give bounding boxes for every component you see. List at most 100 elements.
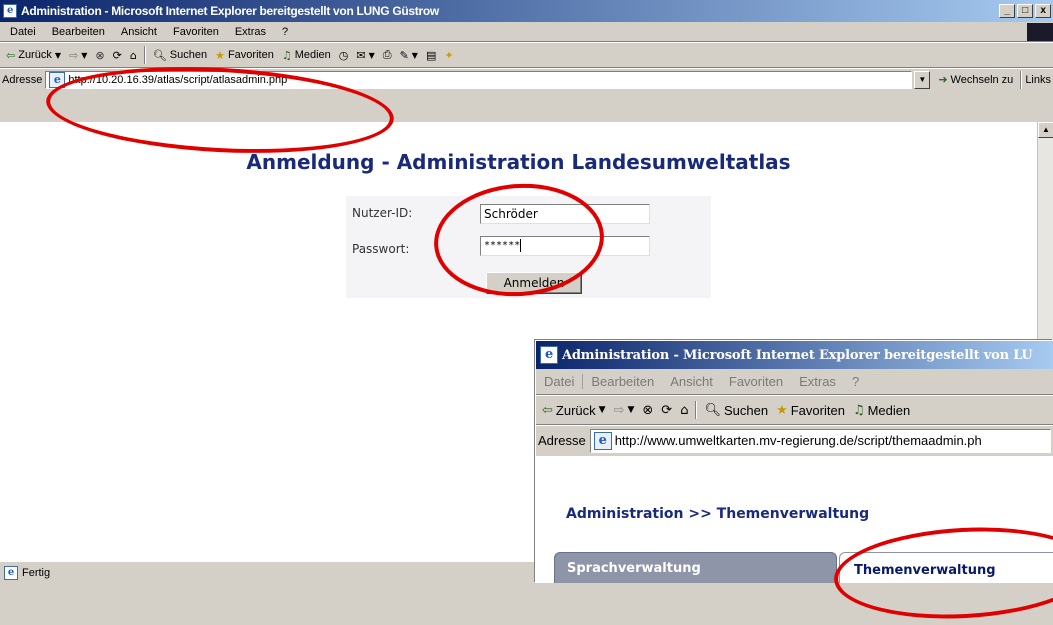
address-input[interactable]: e http://10.20.16.39/atlas/script/atlasa… [45,70,913,89]
home-icon: ⌂ [129,48,137,62]
front-window-title: Administration - Microsoft Internet Expl… [562,347,1033,363]
chevron-down-icon: ▼ [598,405,606,415]
page-heading: Anmeldung - Administration Landesumwelta… [246,150,791,174]
breadcrumb: Administration >> Themenverwaltung [566,506,870,522]
page-icon: e [49,71,66,88]
back-button[interactable]: ⇦ Zurück ▼ [2,49,65,62]
menu-ansicht[interactable]: Ansicht [113,26,165,38]
print-icon: ⎙ [382,48,392,61]
address-value: http://www.umweltkarten.mv-regierung.de/… [614,433,982,448]
minimize-button[interactable]: _ [999,4,1015,18]
forward-arrow-icon: ⇨ [69,48,79,62]
history-button[interactable]: ◷ [335,49,353,62]
go-arrow-icon: ➜ [938,73,948,86]
discuss-icon: ▤ [425,48,437,62]
chevron-down-icon: ▼ [411,50,418,60]
address-input[interactable]: e http://www.umweltkarten.mv-regierung.d… [589,428,1051,453]
menu-datei[interactable]: Datei [2,26,44,38]
menu-extras[interactable]: Extras [791,374,844,389]
ie-logo-icon: e [3,4,17,18]
home-button[interactable]: ⌂ [126,49,141,62]
password-input[interactable]: ****** [480,236,650,256]
forward-button[interactable]: ⇨ ▼ [65,49,91,62]
home-button[interactable]: ⌂ [676,403,692,418]
mail-button[interactable]: ✉ ▼ [352,49,378,62]
password-label: Passwort: [352,242,410,256]
menu-help[interactable]: ? [274,26,296,38]
address-label: Adresse [538,433,586,448]
back-address-bar: Adresse e http://10.20.16.39/atlas/scrip… [0,68,1053,90]
history-icon: ◷ [338,48,349,62]
home-icon: ⌂ [680,402,689,418]
front-browser-window: e Administration - Microsoft Internet Ex… [535,340,1053,583]
media-icon: ♫ [852,402,865,418]
front-title-bar: e Administration - Microsoft Internet Ex… [536,341,1053,369]
scroll-up-button[interactable]: ▲ [1038,122,1053,138]
back-button[interactable]: ⇦ Zurück ▼ [538,403,610,418]
media-button[interactable]: ♫ Medien [278,49,335,62]
forward-button[interactable]: ⇨ ▼ [610,403,639,418]
menu-favoriten[interactable]: Favoriten [721,374,791,389]
links-label[interactable]: Links [1025,74,1051,86]
stop-button[interactable]: ⊗ [638,403,657,418]
user-id-input[interactable]: Schröder [480,204,650,224]
refresh-icon: ⟳ [661,402,673,418]
text-cursor [520,238,522,252]
refresh-button[interactable]: ⟳ [657,403,676,418]
close-button[interactable]: x [1035,4,1051,18]
address-value: http://10.20.16.39/atlas/script/atlasadm… [68,73,288,86]
login-form: Nutzer-ID: Schröder Passwort: ****** Anm… [346,196,711,298]
favorites-icon: ★ [776,402,788,418]
address-dropdown-button[interactable]: ▼ [914,70,931,89]
maximize-button[interactable]: □ [1017,4,1033,18]
favorites-button[interactable]: ★ Favoriten [772,403,849,418]
front-toolbar: ⇦ Zurück ▼ ⇨ ▼ ⊗ ⟳ ⌂ 🔍︎ Suchen ★ Favoriten ♫ M… [536,395,1053,425]
ie-logo-icon: e [540,346,558,364]
stop-button[interactable]: ⊗ [91,49,108,62]
menu-bearbeiten[interactable]: Bearbeiten [583,374,662,389]
edit-button[interactable]: ✎ ▼ [396,49,422,62]
edit-icon: ✎ [399,48,409,62]
search-button[interactable]: 🔍︎ Suchen [149,49,211,62]
search-icon: 🔍︎ [152,48,167,62]
favorites-button[interactable]: ★ Favoriten [211,49,278,62]
back-menu-bar: Datei Bearbeiten Ansicht Favoriten Extra… [0,22,1053,42]
password-value: ****** [484,240,521,251]
favorites-icon: ★ [215,48,225,62]
messenger-icon: ✦ [444,48,454,62]
discuss-button[interactable]: ▤ [422,49,440,62]
go-button[interactable]: ➜ Wechseln zu [930,73,1017,86]
media-icon: ♫ [281,48,292,62]
tab-sprachverwaltung[interactable]: Sprachverwaltung [554,552,837,583]
login-submit-button[interactable]: Anmelden [486,272,582,294]
refresh-button[interactable]: ⟳ [109,49,126,62]
mail-icon: ✉ [356,48,366,62]
status-text: Fertig [22,566,51,579]
refresh-icon: ⟳ [112,48,122,62]
media-button[interactable]: ♫ Medien [849,403,914,418]
address-label: Adresse [2,73,43,86]
windows-logo-icon [1027,22,1053,41]
front-page-content: Administration >> Themenverwaltung Sprac… [536,456,1053,583]
menu-help[interactable]: ? [844,374,867,389]
stop-icon: ⊗ [642,402,654,418]
search-icon: 🔍︎ [704,402,721,418]
menu-datei[interactable]: Datei [536,374,584,389]
chevron-down-icon: ▼ [627,405,635,415]
forward-arrow-icon: ⇨ [613,402,625,418]
print-button[interactable]: ⎙ [379,48,396,62]
menu-extras[interactable]: Extras [227,26,274,38]
menu-ansicht[interactable]: Ansicht [662,374,721,389]
page-icon: e [593,431,612,450]
toolbar-separator [1020,70,1023,89]
menu-bearbeiten[interactable]: Bearbeiten [44,26,113,38]
stop-icon: ⊗ [95,48,105,62]
ie-status-icon: e [4,565,18,580]
search-button[interactable]: 🔍︎ Suchen [700,403,772,418]
back-toolbar: ⇦ Zurück ▼ ⇨ ▼ ⊗ ⟳ ⌂ 🔍︎ Suchen ★ Favoriten ♫ M… [0,42,1053,68]
messenger-button[interactable]: ✦ [440,49,457,62]
front-address-bar: Adresse e http://www.umweltkarten.mv-reg… [536,425,1053,455]
tab-themenverwaltung[interactable]: Themenverwaltung [839,552,1053,583]
front-menu-bar: Datei Bearbeiten Ansicht Favoriten Extra… [536,369,1053,395]
menu-favoriten[interactable]: Favoriten [165,26,227,38]
